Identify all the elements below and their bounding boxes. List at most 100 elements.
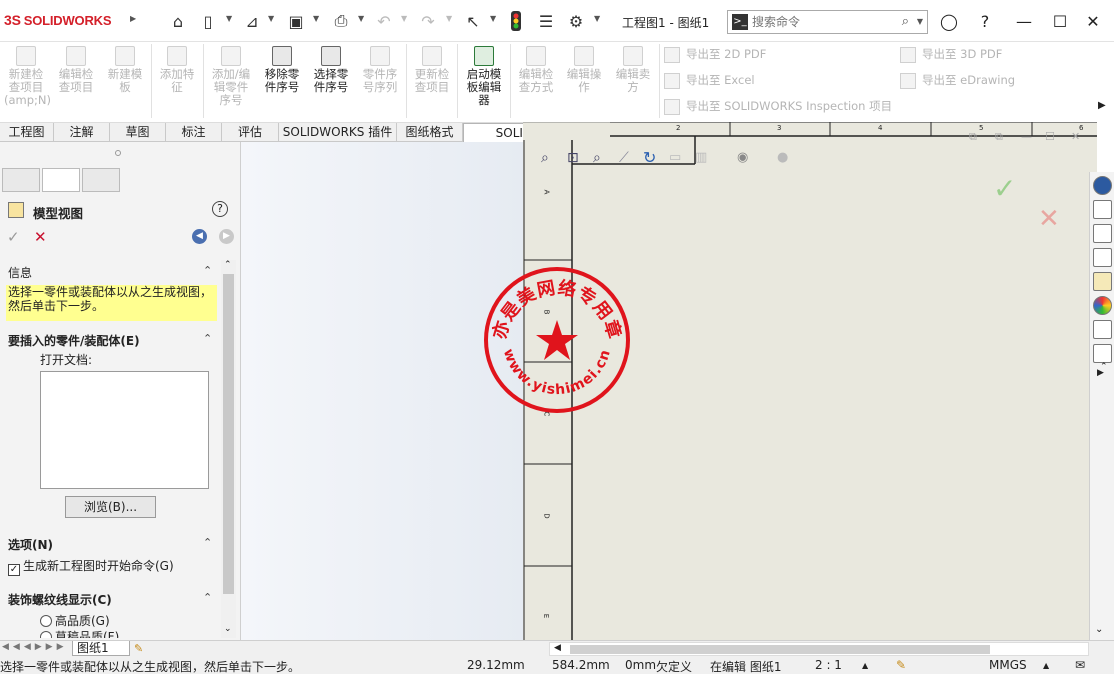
rebuild-traffic-light-icon[interactable] <box>505 10 527 32</box>
file-properties-icon[interactable]: ☰ <box>535 10 557 32</box>
info-section-header[interactable]: 信息 <box>8 264 32 281</box>
open-folder-icon[interactable]: ⊿ <box>241 10 263 32</box>
minimize-button[interactable]: — <box>1012 10 1036 34</box>
help-icon[interactable]: ? <box>212 201 228 217</box>
new-dropdown-icon[interactable]: ▼ <box>226 14 232 23</box>
remove-balloon-button[interactable]: 移除零 件序号 <box>259 46 305 94</box>
export-2d-pdf-button[interactable]: 导出至 2D PDF <box>664 46 766 63</box>
configuration-manager-tab-icon[interactable] <box>82 168 120 192</box>
view-orientation-icon[interactable]: ▭ <box>669 150 681 165</box>
scroll-left-icon[interactable]: ◀ <box>554 643 561 653</box>
add-edit-balloon-button[interactable]: 添加/编 辑零件 序号 <box>207 46 255 107</box>
section-view-icon[interactable]: ⟋ <box>619 150 629 166</box>
doc-minimize-icon[interactable]: — <box>1021 130 1032 143</box>
export-edrawing-button[interactable]: 导出至 eDrawing <box>900 72 1015 89</box>
export-3d-pdf-button[interactable]: 导出至 3D PDF <box>900 46 1002 63</box>
scroll-up-icon[interactable]: ⌃ <box>224 260 232 270</box>
tab-drawing[interactable]: 工程图 <box>0 123 54 142</box>
update-inspection-project-button[interactable]: 更新检 查项目 <box>410 46 454 94</box>
sheet-scale[interactable]: 2 : 1 <box>815 658 842 672</box>
next-arrow-icon[interactable]: ▶ <box>219 229 234 244</box>
save-icon[interactable]: ▣ <box>285 10 307 32</box>
insert-part-section-header[interactable]: 要插入的零件/装配体(E) <box>8 332 140 349</box>
export-inspection-project-button[interactable]: 导出至 SOLIDWORKS Inspection 项目 <box>664 98 892 115</box>
options-dropdown-icon[interactable]: ▼ <box>594 14 600 23</box>
menu-expand-arrow-icon[interactable]: ▶ <box>130 14 136 23</box>
user-account-icon[interactable]: ◯ <box>937 10 961 34</box>
hide-show-items-icon[interactable]: ◉ <box>737 150 748 165</box>
back-arrow-icon[interactable]: ◀ <box>192 229 207 244</box>
cancel-x-icon[interactable]: ✕ <box>34 228 47 246</box>
select-balloon-button[interactable]: 选择零 件序号 <box>308 46 354 94</box>
draft-quality-radio[interactable]: 草稿品质(F) <box>40 628 119 638</box>
options-gear-icon[interactable]: ⚙ <box>565 10 587 32</box>
redo-dropdown-icon[interactable]: ▼ <box>446 14 452 23</box>
close-button[interactable]: ✕ <box>1081 10 1105 34</box>
custom-properties-icon[interactable] <box>1093 320 1112 339</box>
zoom-to-fit-icon[interactable]: ⌕ <box>541 150 549 166</box>
scroll-down-icon[interactable]: ⌄ <box>224 624 232 634</box>
scroll-thumb[interactable] <box>570 645 990 654</box>
options-section-header[interactable]: 选项(N) <box>8 536 53 553</box>
appearance-icon[interactable]: ● <box>777 150 788 165</box>
sheet-tab-sheet1[interactable]: 图纸1 <box>72 641 130 656</box>
units-dropdown-icon[interactable]: ▲ <box>1043 661 1049 670</box>
open-dropdown-icon[interactable]: ▼ <box>268 14 274 23</box>
checkbox-checked-icon[interactable]: ✓ <box>8 564 20 576</box>
tab-sketch[interactable]: 草图 <box>110 123 166 142</box>
view-palette-icon[interactable] <box>1093 272 1112 291</box>
export-excel-button[interactable]: 导出至 Excel <box>664 72 755 89</box>
launch-template-editor-button[interactable]: 启动模 板编辑 器 <box>461 46 507 107</box>
panel-scrollbar[interactable]: ⌃ ⌄ <box>221 260 236 638</box>
scroll-down-icon[interactable]: ⌄ <box>1095 624 1103 635</box>
print-icon[interactable]: ⎙ <box>330 10 352 32</box>
graphics-horizontal-scrollbar[interactable]: ◀ <box>549 642 1089 656</box>
file-explorer-icon[interactable] <box>1093 248 1112 267</box>
home-icon[interactable] <box>1093 200 1112 219</box>
zoom-to-area-icon[interactable]: ⊡ <box>567 150 579 166</box>
add-feature-button[interactable]: 添加特 征 <box>155 46 199 94</box>
home-icon[interactable]: ⌂ <box>167 10 189 32</box>
open-documents-list[interactable] <box>40 371 209 489</box>
doc-maximize-icon[interactable]: ☐ <box>1045 130 1055 143</box>
undo-dropdown-icon[interactable]: ▼ <box>401 14 407 23</box>
search-commands-box[interactable]: >_ ⌕ ▼ <box>727 10 928 34</box>
panel-grip-icon[interactable] <box>115 150 121 156</box>
tab-markup[interactable]: 标注 <box>166 123 222 142</box>
tab-sheet-format[interactable]: 图纸格式 <box>397 123 463 142</box>
collapse-chevron-icon[interactable]: ⌃ <box>203 332 212 345</box>
cosmetic-thread-section-header[interactable]: 装饰螺纹线显示(C) <box>8 591 112 608</box>
forum-icon[interactable] <box>1093 344 1112 363</box>
edit-inspection-method-button[interactable]: 编辑检 查方式 <box>514 46 558 94</box>
confirm-ok-icon[interactable]: ✓ <box>993 172 1016 205</box>
save-dropdown-icon[interactable]: ▼ <box>313 14 319 23</box>
tab-solidworks-addins[interactable]: SOLIDWORKS 插件 <box>279 123 397 142</box>
feature-manager-tab-icon[interactable] <box>2 168 40 192</box>
select-cursor-icon[interactable]: ↖ <box>462 10 484 32</box>
design-library-icon[interactable] <box>1093 224 1112 243</box>
doc-restore-icon[interactable]: ⧉ <box>995 130 1003 144</box>
edit-operation-button[interactable]: 编辑操 作 <box>562 46 606 94</box>
previous-view-icon[interactable]: ⌕ <box>593 150 601 166</box>
edit-vendor-button[interactable]: 编辑卖 方 <box>611 46 655 94</box>
tab-annotation[interactable]: 注解 <box>54 123 110 142</box>
maximize-button[interactable]: ☐ <box>1048 10 1072 34</box>
confirm-cancel-icon[interactable]: ✕ <box>1038 204 1060 234</box>
search-dropdown-icon[interactable]: ▼ <box>917 17 923 26</box>
rotate-view-icon[interactable]: ↻ <box>643 148 656 167</box>
appearances-icon[interactable] <box>1093 296 1112 315</box>
browse-button[interactable]: 浏览(B)... <box>65 496 156 518</box>
ok-check-icon[interactable]: ✓ <box>7 228 20 246</box>
high-quality-radio[interactable]: 高品质(G) <box>40 612 110 629</box>
solidworks-resources-icon[interactable] <box>1093 176 1112 195</box>
rebuild-icon[interactable]: ✎ <box>896 658 906 672</box>
new-inspection-project-button[interactable]: 新建检 查项目 (amp;N) <box>4 46 51 107</box>
doc-close-icon[interactable]: ✕ <box>1071 130 1080 143</box>
select-dropdown-icon[interactable]: ▼ <box>490 14 496 23</box>
collapse-chevron-icon[interactable]: ⌃ <box>203 264 212 277</box>
sheet-navigation-arrows-icon[interactable]: ◀◀◀▶▶▶ <box>2 642 68 652</box>
quick-tips-icon[interactable]: ✉ <box>1075 658 1085 672</box>
collapse-chevron-icon[interactable]: ⌃ <box>203 536 212 549</box>
tab-evaluate[interactable]: 评估 <box>222 123 279 142</box>
new-document-icon[interactable]: ▯ <box>197 10 219 32</box>
